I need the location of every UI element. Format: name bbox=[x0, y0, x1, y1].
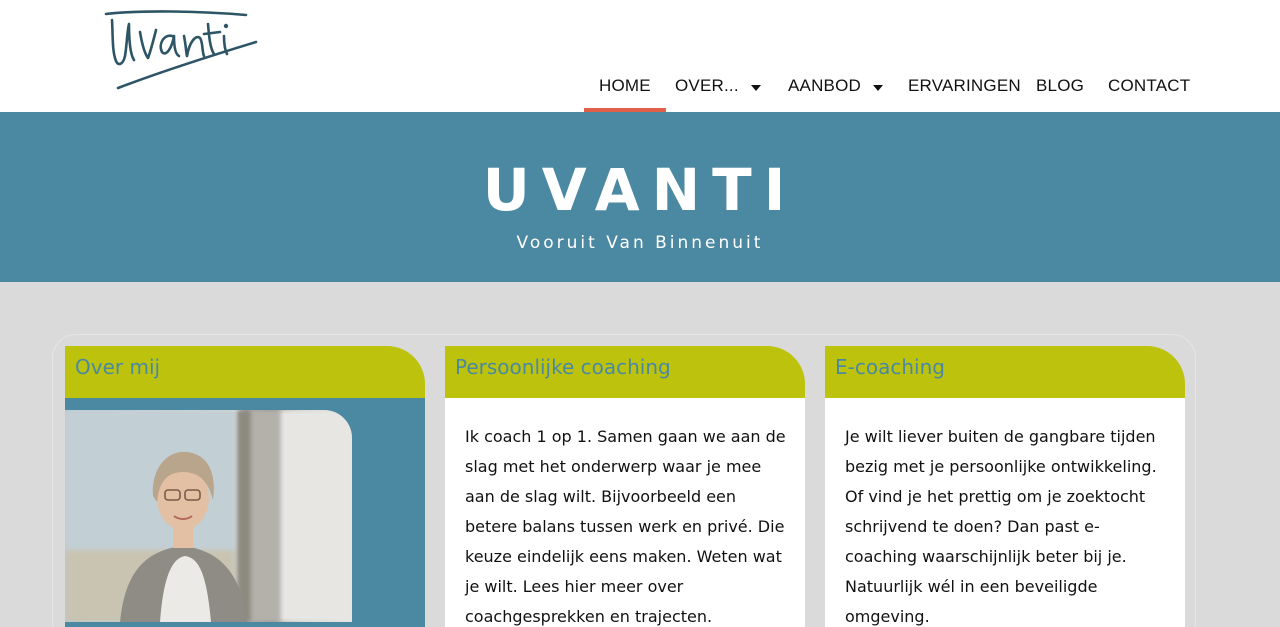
card-header: Persoonlijke coaching bbox=[445, 346, 805, 398]
card-title[interactable]: E-coaching bbox=[835, 355, 945, 379]
nav-label: CONTACT bbox=[1108, 76, 1191, 95]
caret-down-icon bbox=[873, 85, 883, 91]
card-description: Je wilt liever buiten de gangbare tijden… bbox=[845, 427, 1157, 626]
nav-item-contact[interactable]: CONTACT bbox=[1108, 62, 1190, 112]
card-title[interactable]: Persoonlijke coaching bbox=[455, 355, 671, 379]
nav-label: BLOG bbox=[1036, 76, 1085, 95]
nav-label: ERVARINGEN bbox=[908, 76, 1021, 95]
nav-label: OVER... bbox=[675, 76, 739, 95]
site-title: UVANTI bbox=[482, 156, 798, 224]
portrait-image bbox=[65, 410, 352, 622]
nav-item-blog[interactable]: BLOG bbox=[1036, 62, 1084, 112]
nav-item-over[interactable]: OVER... bbox=[675, 62, 761, 112]
site-header: HOME OVER... AANBOD ERVARINGEN BLOG CONT… bbox=[0, 0, 1280, 112]
profile-photo[interactable] bbox=[65, 410, 352, 622]
card-header: Over mij bbox=[65, 346, 425, 398]
main-nav: HOME OVER... AANBOD ERVARINGEN BLOG CONT… bbox=[0, 62, 1280, 112]
card-persoonlijke-coaching[interactable]: Persoonlijke coaching Ik coach 1 op 1. S… bbox=[445, 346, 805, 627]
hero-banner: UVANTI Vooruit Van Binnenuit bbox=[0, 112, 1280, 282]
card-e-coaching[interactable]: E-coaching Je wilt liever buiten de gang… bbox=[825, 346, 1185, 627]
card-description: Ik coach 1 op 1. Samen gaan we aan de sl… bbox=[465, 427, 786, 626]
caret-down-icon bbox=[750, 85, 761, 91]
nav-item-ervaringen[interactable]: ERVARINGEN bbox=[908, 62, 1021, 112]
nav-item-aanbod[interactable]: AANBOD bbox=[788, 62, 883, 112]
nav-label: AANBOD bbox=[788, 76, 861, 95]
card-body: Je wilt liever buiten de gangbare tijden… bbox=[825, 398, 1185, 627]
card-body: Ik coach 1 op 1. Samen gaan we aan de sl… bbox=[445, 398, 805, 627]
card-body bbox=[65, 398, 425, 627]
card-title[interactable]: Over mij bbox=[75, 355, 160, 379]
card-header: E-coaching bbox=[825, 346, 1185, 398]
card-over-mij[interactable]: Over mij bbox=[65, 346, 425, 627]
nav-label: HOME bbox=[599, 76, 651, 95]
site-tagline: Vooruit Van Binnenuit bbox=[516, 233, 764, 253]
nav-item-home[interactable]: HOME bbox=[584, 62, 666, 112]
